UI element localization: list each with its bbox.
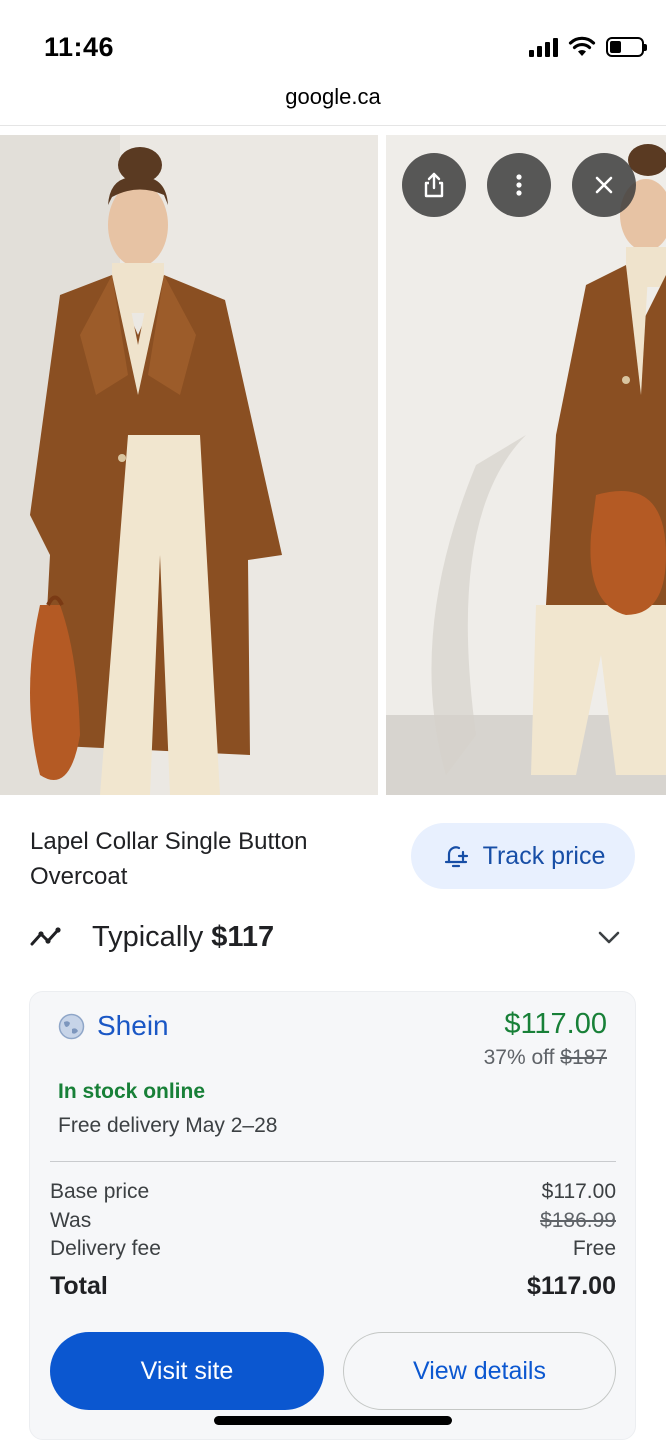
breakdown-label: Delivery fee — [50, 1237, 161, 1261]
typical-price-row[interactable]: Typically $117 — [30, 912, 630, 962]
seller-row[interactable]: Shein — [58, 1010, 169, 1042]
share-icon — [424, 172, 444, 198]
view-details-button[interactable]: View details — [343, 1332, 616, 1410]
status-time: 11:46 — [44, 32, 115, 62]
status-bar: 11:46 — [0, 0, 666, 84]
visit-site-button[interactable]: Visit site — [50, 1332, 324, 1410]
delivery-info: Free delivery May 2–28 — [58, 1114, 278, 1137]
product-image-gallery[interactable] — [0, 135, 666, 795]
original-price: $187 — [560, 1046, 607, 1069]
battery-icon — [606, 37, 647, 57]
total-label: Total — [50, 1272, 108, 1300]
product-image-2[interactable] — [386, 135, 666, 795]
breakdown-value: $186.99 — [540, 1208, 616, 1232]
status-icons — [529, 36, 647, 58]
wifi-icon — [568, 36, 596, 56]
offer-price: $117.00 — [504, 1008, 607, 1040]
product-image-1[interactable] — [0, 135, 378, 795]
breakdown-row-was: Was $186.99 — [50, 1207, 616, 1236]
url-bar[interactable]: google.ca — [0, 84, 666, 126]
breakdown-value: Free — [572, 1237, 616, 1261]
globe-icon — [58, 1013, 85, 1039]
breakdown-value: $117.00 — [541, 1180, 616, 1204]
cellular-signal-icon — [529, 37, 558, 57]
breakdown-label: Base price — [50, 1180, 150, 1204]
total-row: Total $117.00 — [50, 1272, 616, 1301]
discount-text: 37% off $187 — [483, 1046, 607, 1069]
home-indicator[interactable] — [214, 1416, 452, 1425]
total-value: $117.00 — [527, 1272, 616, 1300]
breakdown-label: Was — [50, 1208, 92, 1232]
product-title: Lapel Collar Single Button Overcoat — [30, 828, 308, 890]
stock-status: In stock online — [58, 1080, 206, 1103]
trending-icon — [30, 927, 61, 946]
divider — [50, 1161, 616, 1162]
offer-card: Shein $117.00 37% off $187 In stock onli… — [29, 991, 636, 1440]
breakdown-row-delivery: Delivery fee Free — [50, 1235, 616, 1264]
share-button[interactable] — [402, 153, 466, 217]
chevron-down-icon[interactable] — [596, 924, 622, 950]
close-button[interactable] — [572, 153, 636, 217]
seller-name[interactable]: Shein — [97, 1010, 169, 1042]
typical-price-text: Typically $117 — [92, 920, 275, 953]
track-price-label: Track price — [482, 841, 606, 870]
breakdown-row-base: Base price $117.00 — [50, 1178, 616, 1207]
track-price-button[interactable]: Track price — [411, 823, 635, 889]
price-breakdown: Base price $117.00 Was $186.99 Delivery … — [50, 1178, 616, 1264]
more-vert-icon — [516, 174, 522, 196]
more-options-button[interactable] — [487, 153, 551, 217]
bell-plus-icon — [444, 846, 468, 868]
close-icon — [595, 176, 613, 194]
